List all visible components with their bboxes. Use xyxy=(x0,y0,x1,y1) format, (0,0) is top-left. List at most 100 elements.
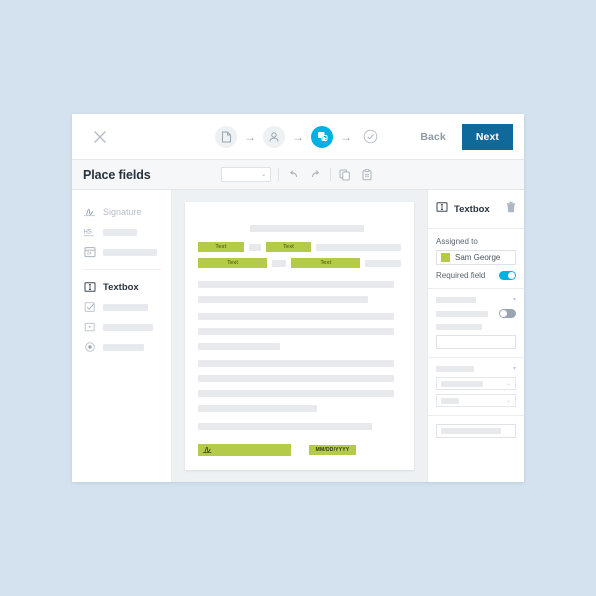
top-bar: → → → Back Next xyxy=(72,114,524,160)
properties-select-one[interactable]: ⌄ xyxy=(436,377,516,390)
properties-bottom-input[interactable] xyxy=(436,424,516,438)
placeholder-toggle-row xyxy=(436,309,516,318)
next-button[interactable]: Next xyxy=(461,123,513,150)
redo-icon[interactable] xyxy=(308,167,323,182)
doc-line xyxy=(198,423,372,430)
doc-date-field[interactable]: MM/DD/YYYY xyxy=(309,445,356,455)
doc-signature-row: MM/DD/YYYY xyxy=(198,444,401,456)
properties-section-two: ▾ xyxy=(428,289,524,358)
doc-line xyxy=(198,390,394,397)
palette-item-checkbox[interactable] xyxy=(83,297,171,317)
chevron-down-icon: ▾ xyxy=(512,297,516,303)
signature-icon xyxy=(202,446,212,454)
palette-divider xyxy=(83,269,161,270)
doc-line xyxy=(198,360,394,367)
placeholder-row[interactable]: ▾ xyxy=(436,297,516,303)
doc-line xyxy=(272,259,287,267)
select-value-placeholder xyxy=(441,380,483,387)
required-field-row: Required field xyxy=(436,271,516,280)
nav-actions: Back Next xyxy=(414,123,524,150)
trash-icon[interactable] xyxy=(506,200,516,218)
esign-app-window: → → → Back Next Place fields ⌄ Signature… xyxy=(72,114,524,482)
svg-text:24: 24 xyxy=(86,251,91,256)
doc-line xyxy=(250,225,364,232)
toolbar-divider xyxy=(277,168,279,181)
radio-icon xyxy=(83,341,96,354)
assignee-color-swatch xyxy=(441,253,450,262)
date-24-icon: 24 xyxy=(83,246,96,259)
properties-title: Textbox xyxy=(454,203,490,215)
palette-label-placeholder xyxy=(103,343,144,351)
chevron-down-icon: ⌄ xyxy=(505,398,511,404)
step-arrow-1: → xyxy=(244,129,256,144)
textbox-icon xyxy=(83,281,96,294)
step-review[interactable] xyxy=(359,126,381,148)
assignee-name: Sam George xyxy=(455,253,501,262)
placeholder-row[interactable]: ▾ xyxy=(436,366,516,372)
properties-section-four xyxy=(428,416,524,446)
doc-field-row-1: Text Text xyxy=(198,242,401,252)
document-canvas[interactable]: Text Text Text Text MM/DD/YYYY xyxy=(172,190,427,482)
editor-tools: ⌄ xyxy=(220,167,375,182)
paste-icon[interactable] xyxy=(360,167,375,182)
dropdown-icon xyxy=(83,321,96,334)
palette-label-placeholder xyxy=(103,248,157,256)
field-palette: Signature HS 24 Textbox xyxy=(72,190,172,482)
step-document[interactable] xyxy=(215,125,237,148)
palette-item-signature[interactable]: Signature xyxy=(83,202,171,222)
toolbar-divider-2 xyxy=(329,168,331,181)
sub-toolbar: Place fields ⌄ xyxy=(72,160,524,190)
properties-select-two[interactable]: ⌄ xyxy=(436,394,516,407)
placeholder-label xyxy=(436,366,474,372)
chevron-down-icon: ▾ xyxy=(512,366,516,372)
place-fields-cursor-icon xyxy=(317,132,327,142)
document-page[interactable]: Text Text Text Text MM/DD/YYYY xyxy=(185,202,414,470)
assignee-select[interactable]: Sam George xyxy=(436,250,516,265)
palette-item-dropdown[interactable] xyxy=(83,317,171,337)
copy-icon[interactable] xyxy=(338,167,353,182)
select-value-placeholder xyxy=(441,397,459,404)
undo-icon[interactable] xyxy=(286,167,301,182)
palette-label-placeholder xyxy=(103,303,148,311)
doc-text-field[interactable]: Text xyxy=(265,242,312,252)
palette-label-placeholder xyxy=(103,228,137,236)
doc-line xyxy=(248,243,261,251)
field-properties-panel: Textbox Assigned to Sam George Required xyxy=(427,190,524,482)
doc-line xyxy=(365,259,402,267)
initials-hs-icon: HS xyxy=(83,226,96,239)
palette-label-placeholder xyxy=(103,323,153,331)
doc-field-row-2: Text Text xyxy=(198,258,402,268)
placeholder-label xyxy=(436,324,482,330)
zoom-select[interactable]: ⌄ xyxy=(220,167,271,182)
step-arrow-3: → xyxy=(340,129,352,144)
properties-text-input[interactable] xyxy=(436,335,516,349)
step-arrow-2: → xyxy=(292,129,304,144)
required-field-toggle[interactable] xyxy=(499,271,516,280)
assigned-to-section: Assigned to Sam George Required field xyxy=(428,229,524,289)
palette-item-radio[interactable] xyxy=(83,337,171,357)
assigned-to-label: Assigned to xyxy=(436,237,478,246)
doc-line xyxy=(198,313,394,320)
doc-text-field[interactable]: Text xyxy=(198,258,268,268)
palette-item-textbox[interactable]: Textbox xyxy=(83,277,171,297)
signature-icon xyxy=(83,206,96,219)
placeholder-label xyxy=(436,297,476,303)
close-icon[interactable] xyxy=(82,114,118,160)
step-place-fields[interactable] xyxy=(311,125,333,148)
palette-item-date[interactable]: 24 xyxy=(83,242,171,262)
doc-line xyxy=(316,243,401,251)
editor-body: Signature HS 24 Textbox Text Text Text T… xyxy=(72,190,524,482)
doc-line xyxy=(198,328,394,335)
doc-text-field[interactable]: Text xyxy=(198,242,244,252)
step-recipients[interactable] xyxy=(263,125,285,148)
secondary-toggle[interactable] xyxy=(499,309,516,318)
palette-label-textbox: Textbox xyxy=(103,281,139,293)
doc-line xyxy=(198,343,280,350)
doc-text-field[interactable]: Text xyxy=(291,258,361,268)
palette-item-initials[interactable]: HS xyxy=(83,222,171,242)
chevron-down-icon: ⌄ xyxy=(260,171,267,178)
back-button[interactable]: Back xyxy=(414,127,452,147)
doc-signature-field[interactable] xyxy=(198,444,291,456)
page-title: Place fields xyxy=(83,167,151,182)
doc-line xyxy=(198,281,394,288)
